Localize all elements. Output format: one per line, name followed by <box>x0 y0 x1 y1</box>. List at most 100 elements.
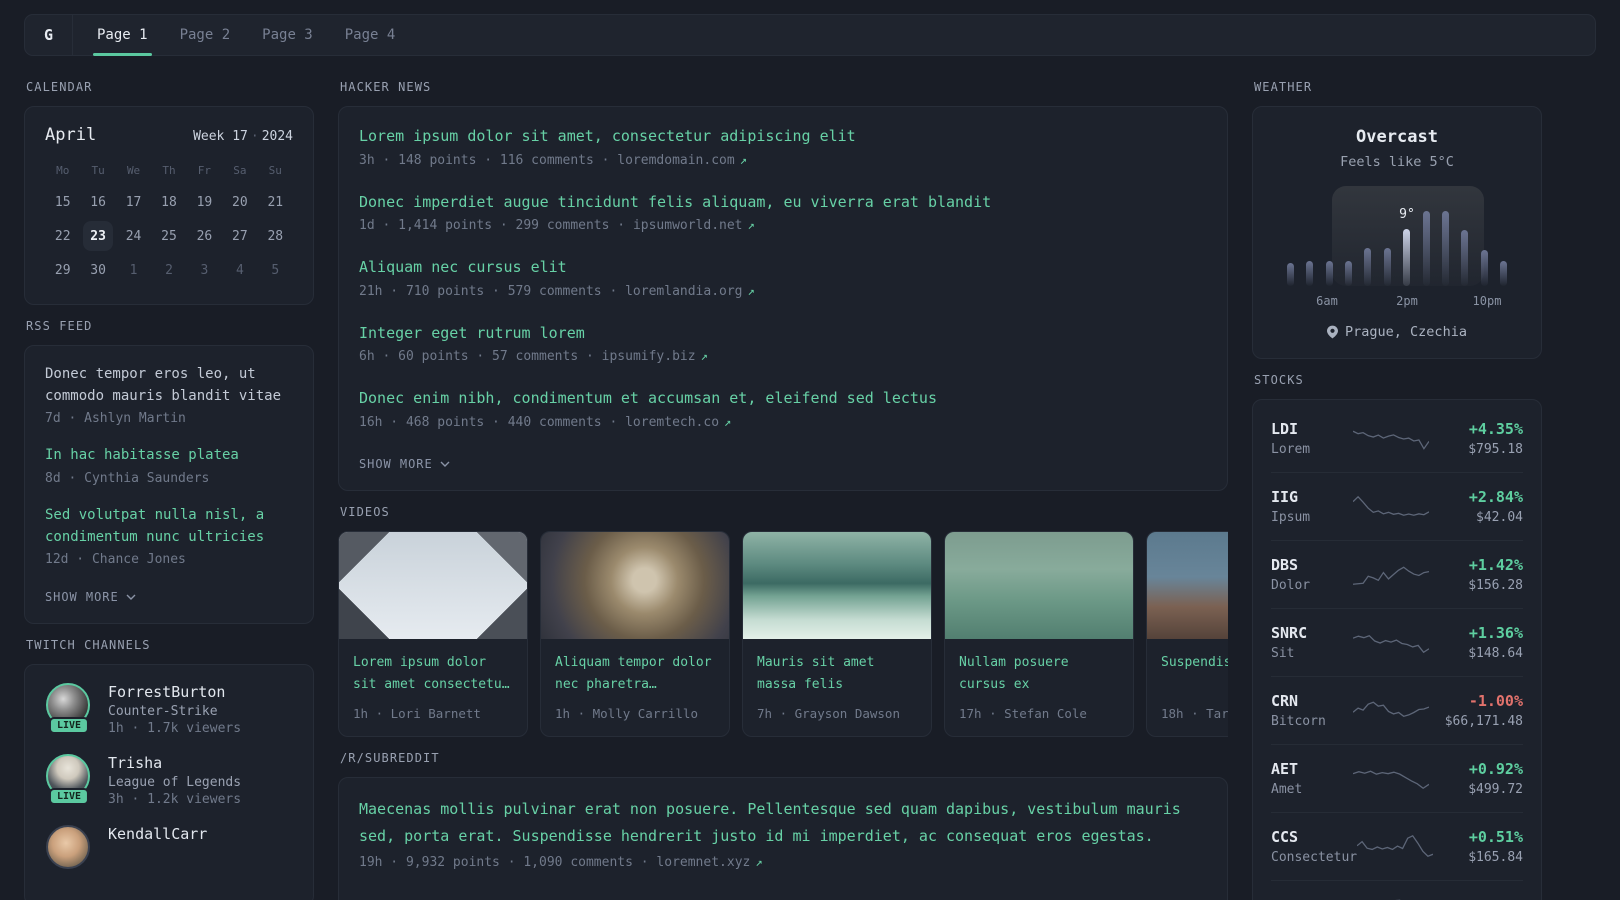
video-title-link[interactable]: Aliquam tempor dolor nec pharetra… <box>555 652 715 696</box>
channel-name[interactable]: KendallCarr <box>108 825 207 843</box>
weather-bar <box>1422 210 1430 286</box>
hn-item-title-link[interactable]: Aliquam nec cursus elit <box>359 256 1207 279</box>
video-thumbnail[interactable] <box>743 531 931 639</box>
hn-show-more-button[interactable]: SHOW MORE <box>359 457 450 471</box>
calendar-day[interactable]: 19 <box>190 187 219 217</box>
hn-meta-text: 1d · 1,414 points · 299 comments · <box>359 218 626 233</box>
hn-item-title-link[interactable]: Integer eget rutrum lorem <box>359 322 1207 345</box>
weather-time-label: 10pm <box>1472 294 1502 308</box>
channel-name[interactable]: ForrestBurton <box>108 683 241 701</box>
calendar-day-header: Tu <box>91 164 105 177</box>
video-thumbnail[interactable] <box>945 531 1133 639</box>
video-title-link[interactable]: Suspendisse diam <box>1161 652 1228 696</box>
calendar-day-selected[interactable]: 23 <box>83 221 113 251</box>
hn-item-title-link[interactable]: Donec imperdiet augue tincidunt felis al… <box>359 191 1207 214</box>
rss-item-link[interactable]: Sed volutpat nulla nisl, a condimentum n… <box>45 505 293 548</box>
stock-name: Sit <box>1271 646 1295 661</box>
weather-bar <box>1441 210 1449 286</box>
calendar-day[interactable]: 24 <box>119 221 148 251</box>
stock-values: +4.35% $795.18 <box>1429 420 1523 457</box>
rss-item-link[interactable]: Donec tempor eros leo, ut commodo mauris… <box>45 364 293 407</box>
video-card[interactable]: Nullam posuere cursus ex 17h · Stefan Co… <box>944 530 1134 737</box>
tab-page-3[interactable]: Page 3 <box>260 15 315 55</box>
video-card[interactable]: Aliquam tempor dolor nec pharetra… 1h · … <box>540 530 730 737</box>
tab-page-1[interactable]: Page 1 <box>93 15 152 56</box>
stock-row[interactable]: AET Amet +0.92% $499.72 <box>1271 744 1523 812</box>
stock-row[interactable]: LDI Lorem +4.35% $795.18 <box>1271 405 1523 472</box>
subreddit-post-title-link[interactable]: Maecenas mollis pulvinar erat non posuer… <box>359 796 1207 850</box>
video-card[interactable]: Lorem ipsum dolor sit amet consectetu… 1… <box>338 530 528 737</box>
video-title-link[interactable]: Lorem ipsum dolor sit amet consectetu… <box>353 652 513 696</box>
hn-item-meta: 3h · 148 points · 116 comments · loremdo… <box>359 153 1207 168</box>
calendar-day[interactable]: 16 <box>83 187 112 217</box>
video-thumbnail[interactable] <box>339 531 527 639</box>
hn-domain-link[interactable]: ipsumify.biz <box>602 349 708 364</box>
channel-name[interactable]: Trisha <box>108 754 241 772</box>
video-card[interactable]: Suspendisse diam 18h · Tara <box>1146 530 1228 737</box>
stock-row[interactable]: IIG Ipsum +2.84% $42.04 <box>1271 472 1523 540</box>
hn-domain-link[interactable]: loremlandia.org <box>625 284 755 299</box>
stock-id: SNRC Sit <box>1271 624 1353 661</box>
calendar-day[interactable]: 4 <box>225 255 254 285</box>
twitch-section-title: TWITCH CHANNELS <box>26 638 151 653</box>
calendar-day[interactable]: 26 <box>190 221 219 251</box>
subreddit-widget: Maecenas mollis pulvinar erat non posuer… <box>338 776 1228 900</box>
twitch-channel[interactable]: KendallCarr <box>45 825 293 870</box>
calendar-day[interactable]: 29 <box>48 255 77 285</box>
tab-page-4[interactable]: Page 4 <box>343 15 398 55</box>
calendar-week-year: Week 17 · 2024 <box>193 129 293 144</box>
video-thumbnail[interactable] <box>541 531 729 639</box>
hn-domain-link[interactable]: loremdomain.com <box>617 153 747 168</box>
calendar-day[interactable]: 17 <box>119 187 148 217</box>
stock-change: +0.92% <box>1468 760 1523 778</box>
twitch-channel[interactable]: LIVE ForrestBurton Counter-Strike 1h · 1… <box>45 683 293 736</box>
stock-values: +1.36% $148.64 <box>1429 624 1523 661</box>
calendar-day[interactable]: 28 <box>261 221 290 251</box>
calendar-day[interactable]: 1 <box>119 255 148 285</box>
subreddit-domain-link[interactable]: loremnet.xyz <box>656 855 762 870</box>
page-tabs: Page 1 Page 2 Page 3 Page 4 <box>93 15 398 56</box>
calendar-day[interactable]: 2 <box>154 255 183 285</box>
calendar-day[interactable]: 21 <box>261 187 290 217</box>
rss-show-more-button[interactable]: SHOW MORE <box>45 590 136 604</box>
video-card[interactable]: Mauris sit amet massa felis 7h · Grayson… <box>742 530 932 737</box>
hn-domain-link[interactable]: loremtech.co <box>625 415 731 430</box>
calendar-day[interactable]: 25 <box>154 221 183 251</box>
avatar <box>46 825 90 870</box>
calendar-day[interactable]: 5 <box>261 255 290 285</box>
stock-price: $795.18 <box>1468 442 1523 457</box>
stock-sparkline <box>1353 425 1429 453</box>
stock-id: CRN Bitcorn <box>1271 692 1353 729</box>
stock-row[interactable]: CCS Consectetur +0.51% $165.84 <box>1271 812 1523 880</box>
stock-change: +2.84% <box>1468 488 1523 506</box>
weather-bar <box>1306 261 1314 286</box>
calendar-day[interactable]: 15 <box>48 187 77 217</box>
calendar-day[interactable]: 18 <box>154 187 183 217</box>
stock-row[interactable]: DBS Dolor +1.42% $156.28 <box>1271 540 1523 608</box>
app-logo[interactable]: G <box>25 15 73 55</box>
weather-time-labels: 6am 2pm 10pm <box>1287 294 1507 310</box>
video-thumbnail[interactable] <box>1147 531 1228 639</box>
channel-info: Trisha League of Legends 3h · 1.2k viewe… <box>108 754 241 807</box>
weather-bar <box>1480 249 1488 286</box>
video-title-link[interactable]: Mauris sit amet massa felis <box>757 652 917 696</box>
top-nav: G Page 1 Page 2 Page 3 Page 4 <box>24 14 1596 56</box>
tab-page-2[interactable]: Page 2 <box>178 15 233 55</box>
stock-row[interactable]: SNRC Sit +1.36% $148.64 <box>1271 608 1523 676</box>
stock-change: +0.51% <box>1468 828 1523 846</box>
rss-item: In hac habitasse platea 8d · Cynthia Sau… <box>45 445 293 486</box>
calendar-day-header: Fr <box>197 164 212 177</box>
stock-row[interactable]: AHS +0.46% <box>1271 880 1523 900</box>
stock-row[interactable]: CRN Bitcorn -1.00% $66,171.48 <box>1271 676 1523 744</box>
calendar-day[interactable]: 20 <box>225 187 254 217</box>
rss-item-link[interactable]: In hac habitasse platea <box>45 445 293 467</box>
calendar-day[interactable]: 3 <box>190 255 219 285</box>
hn-item-title-link[interactable]: Donec enim nibh, condimentum et accumsan… <box>359 387 1207 410</box>
hn-domain-link[interactable]: ipsumworld.net <box>633 218 755 233</box>
twitch-channel[interactable]: LIVE Trisha League of Legends 3h · 1.2k … <box>45 754 293 807</box>
calendar-day[interactable]: 22 <box>48 221 77 251</box>
calendar-day[interactable]: 30 <box>83 255 112 285</box>
hn-item-title-link[interactable]: Lorem ipsum dolor sit amet, consectetur … <box>359 125 1207 148</box>
calendar-day[interactable]: 27 <box>225 221 254 251</box>
video-title-link[interactable]: Nullam posuere cursus ex <box>959 652 1119 696</box>
